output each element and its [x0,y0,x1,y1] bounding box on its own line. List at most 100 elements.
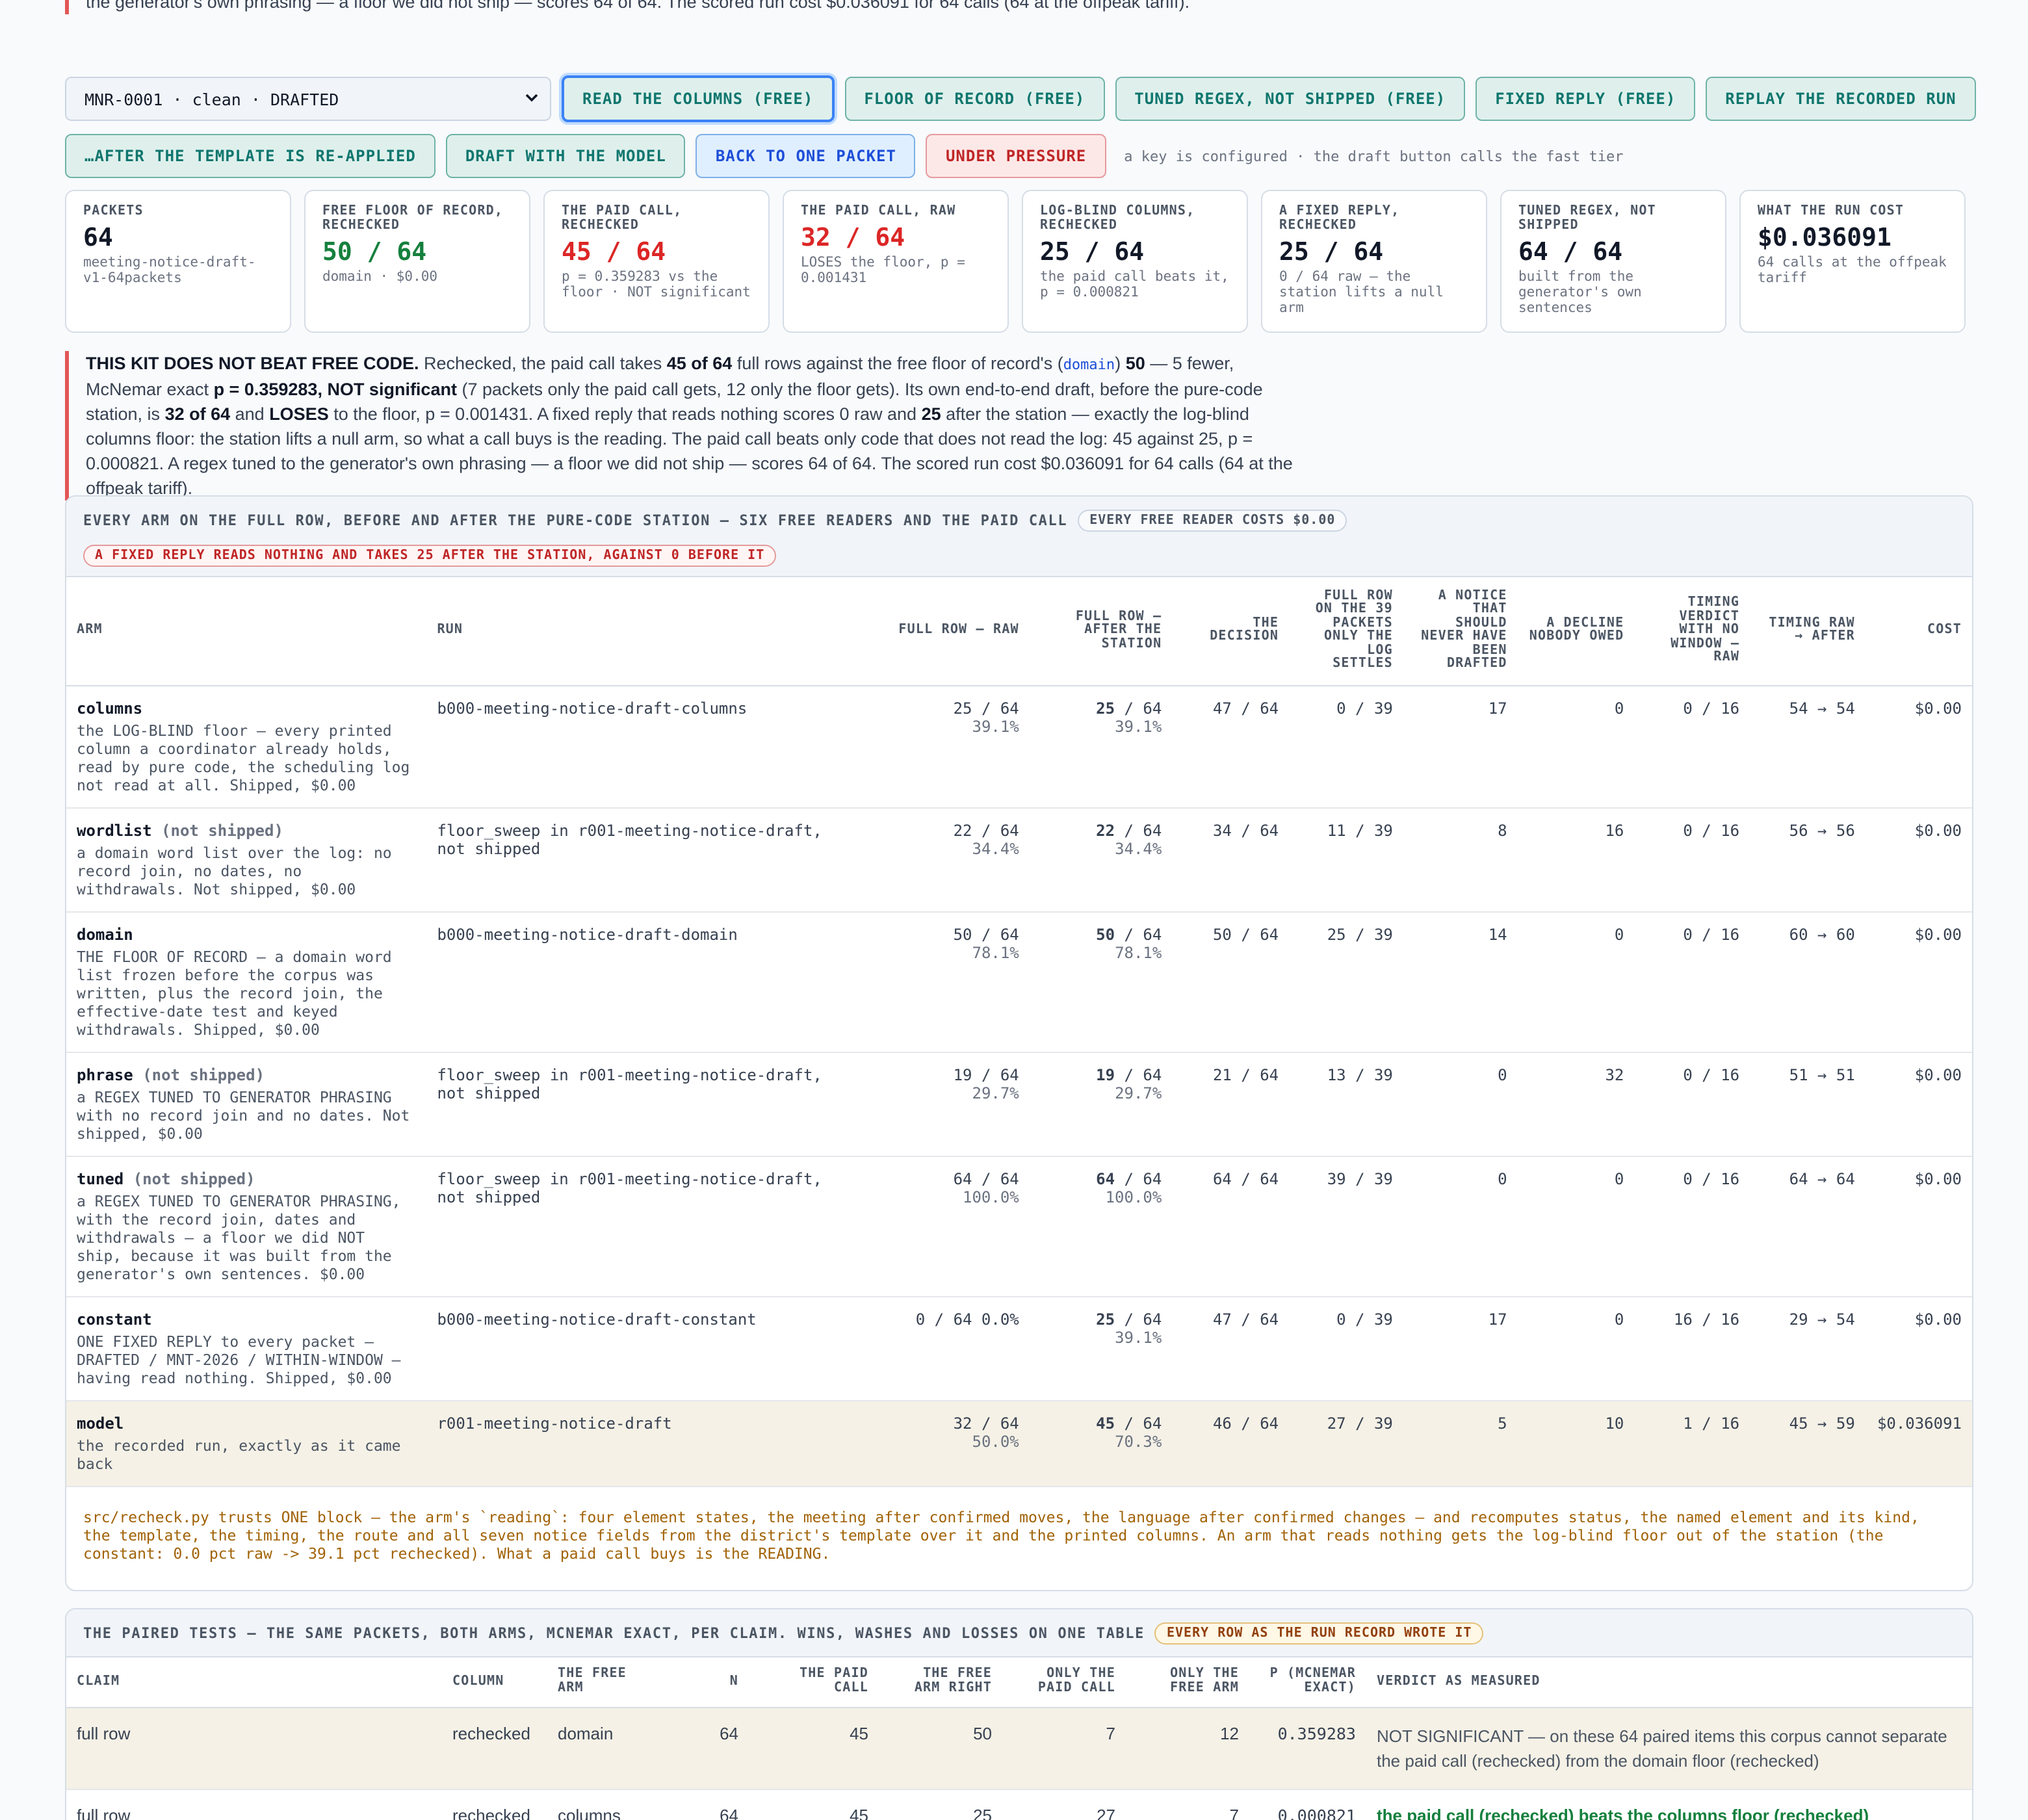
raw-pct: 29.7% [972,1084,1019,1102]
col-decline: A DECLINE NOBODY OWED [1517,577,1635,686]
card-sub: LOSES the floor, p = 0.001431 [801,255,965,286]
raw-pct: 100.0% [963,1188,1019,1206]
only-paid: 27 [1002,1789,1126,1820]
col-verdict: VERDICT AS MEASURED [1366,1658,1972,1708]
card-label: TUNED REGEX, NOT SHIPPED [1518,204,1656,233]
card-tuned-regex: TUNED REGEX, NOT SHIPPED 64 / 64 built f… [1500,190,1726,333]
only-paid: 7 [1002,1707,1126,1789]
verdict: the paid call (rechecked) beats the colu… [1366,1789,1972,1820]
n: 64 [664,1707,749,1789]
packet-select[interactable]: MNR-0001 · clean · DRAFTED [65,77,551,121]
decline: 10 [1517,1400,1635,1487]
callout-lead: THIS KIT DOES NOT BEAT FREE CODE. [86,354,419,373]
column: rechecked [442,1789,547,1820]
cost: $0.036091 [1865,1400,1972,1487]
fixed-reply-button[interactable]: FIXED REPLY (FREE) [1476,77,1696,121]
card-sub: p = 0.359283 vs the floor · NOT signific… [562,269,751,300]
never-drafted: 8 [1403,807,1518,912]
card-value: $0.036091 [1758,224,1892,252]
after-score: 22 [1096,821,1115,839]
after-pct: 70.3% [1115,1432,1162,1450]
arm-row-columns[interactable]: columns the LOG-BLIND floor — every print… [66,685,1972,808]
run-record-pill: EVERY ROW AS THE RUN RECORD WROTE IT [1154,1622,1484,1644]
log-settles: 39 / 39 [1289,1156,1403,1297]
arm-row-domain[interactable]: domain THE FLOOR OF RECORD — a domain wor… [66,911,1972,1052]
callout-text: to the floor, p = 0.001431. A fixed repl… [328,404,922,424]
arm-row-phrase[interactable]: phrase (not shipped) a REGEX TUNED TO GEN… [66,1052,1972,1156]
key-note: a key is configured · the draft button c… [1124,148,1624,164]
card-free-floor: FREE FLOOR OF RECORD, RECHECKED 50 / 64 … [304,190,530,333]
decline: 0 [1517,1296,1635,1401]
never-drafted: 14 [1403,911,1518,1052]
card-label: FREE FLOOR OF RECORD, RECHECKED [322,204,504,233]
raw-score: 19 / 64 [953,1065,1019,1084]
back-to-one-packet-button[interactable]: BACK TO ONE PACKET [696,134,916,178]
arm-row-constant[interactable]: constant ONE FIXED REPLY to every packet … [66,1296,1972,1401]
read-columns-button[interactable]: READ THE COLUMNS (FREE) [562,75,835,122]
col-free-arm: THE FREE ARM [547,1658,664,1708]
tuned-regex-button[interactable]: TUNED REGEX, NOT SHIPPED (FREE) [1115,77,1466,121]
replay-run-button[interactable]: REPLAY THE RECORDED RUN [1706,77,1976,121]
cost: $0.00 [1865,911,1972,1052]
decline: 0 [1517,911,1635,1052]
p-value: 0.359283 [1249,1707,1366,1789]
paired-tests-table: CLAIM COLUMN THE FREE ARM N THE PAID CAL… [66,1658,1972,1820]
cost: $0.00 [1865,1052,1972,1156]
timing-raw-after: 64 → 64 [1750,1156,1866,1297]
card-sub: meeting-notice-draft-v1-64packets [83,255,256,286]
card-sub: the paid call beats it, p = 0.000821 [1040,269,1229,300]
raw-pct: 39.1% [972,717,1019,735]
callout-bold: p = 0.359283, NOT significant [213,380,457,399]
decision: 47 / 64 [1172,1296,1290,1401]
template-reapplied-button[interactable]: …AFTER THE TEMPLATE IS RE-APPLIED [65,134,436,178]
fixed-reply-pill-row: A FIXED REPLY READS NOTHING AND TAKES 25… [83,542,1955,567]
arm-name: domain [77,925,133,943]
col-free-right: THE FREE ARM RIGHT [879,1658,1002,1708]
callout-text: full rows against the free floor of reco… [732,354,1063,373]
card-sub: 64 calls at the offpeak tariff [1758,255,1947,286]
floor-of-record-button[interactable]: FLOOR OF RECORD (FREE) [844,77,1105,121]
arms-panel-header: EVERY ARM ON THE FULL ROW, BEFORE AND AF… [66,497,1972,577]
summary-cards: PACKETS 64 meeting-notice-draft-v1-64pac… [65,190,1966,333]
packet-select-value: MNR-0001 · clean · DRAFTED [84,89,339,109]
arm-tag: (not shipped) [142,1065,265,1084]
col-claim: CLAIM [66,1658,442,1708]
arm-desc: ONE FIXED REPLY to every packet — DRAFTE… [77,1332,401,1386]
decision: 34 / 64 [1172,807,1290,912]
after-denom: / 64 [1115,1065,1162,1084]
raw-score: 22 / 64 [953,821,1019,839]
callout-bold: LOSES [269,404,329,424]
draft-with-model-button[interactable]: DRAFT WITH THE MODEL [445,134,686,178]
callout-text: and [230,404,270,424]
arm-row-model[interactable]: model the recorded run, exactly as it cam… [66,1400,1972,1487]
paired-test-row[interactable]: full row rechecked domain 64 45 50 7 12 … [66,1707,1972,1789]
col-arm: ARM [66,577,427,686]
raw-pct: 50.0% [972,1432,1019,1450]
col-raw: FULL ROW — RAW [854,577,1030,686]
after-denom: / 64 [1115,925,1162,943]
under-pressure-button[interactable]: UNDER PRESSURE [926,134,1106,178]
arm-row-tuned[interactable]: tuned (not shipped) a REGEX TUNED TO GENE… [66,1156,1972,1297]
card-sub: built from the generator's own sentences [1518,269,1642,316]
arm-desc: a REGEX TUNED TO GENERATOR PHRASING, wit… [77,1191,401,1282]
paired-test-row[interactable]: full row rechecked columns 64 45 25 27 7… [66,1789,1972,1820]
arm-tag: (not shipped) [133,1169,255,1188]
log-settles: 13 / 39 [1289,1052,1403,1156]
callout-bold: 32 of 64 [164,404,231,424]
arm-tag: (not shipped) [161,821,283,839]
arm-run: b000-meeting-notice-draft-constant [426,1296,855,1401]
col-n: N [664,1658,749,1708]
after-score: 45 [1096,1414,1115,1432]
arm-row-wordlist[interactable]: wordlist (not shipped) a domain word list… [66,807,1972,912]
after-score: 50 [1096,925,1115,943]
raw-score: 0 / 64 0.0% [915,1310,1019,1328]
arm-run: floor_sweep in r001-meeting-notice-draft… [426,1052,855,1156]
after-score: 25 [1096,1310,1115,1328]
callout-bold: 45 of 64 [666,354,733,373]
col-run: RUN [426,577,855,686]
col-cost: COST [1865,577,1972,686]
never-drafted: 0 [1403,1156,1518,1297]
decline: 0 [1517,1156,1635,1297]
never-drafted: 5 [1403,1400,1518,1487]
paired-tests-header: THE PAIRED TESTS — THE SAME PACKETS, BOT… [66,1609,1972,1658]
